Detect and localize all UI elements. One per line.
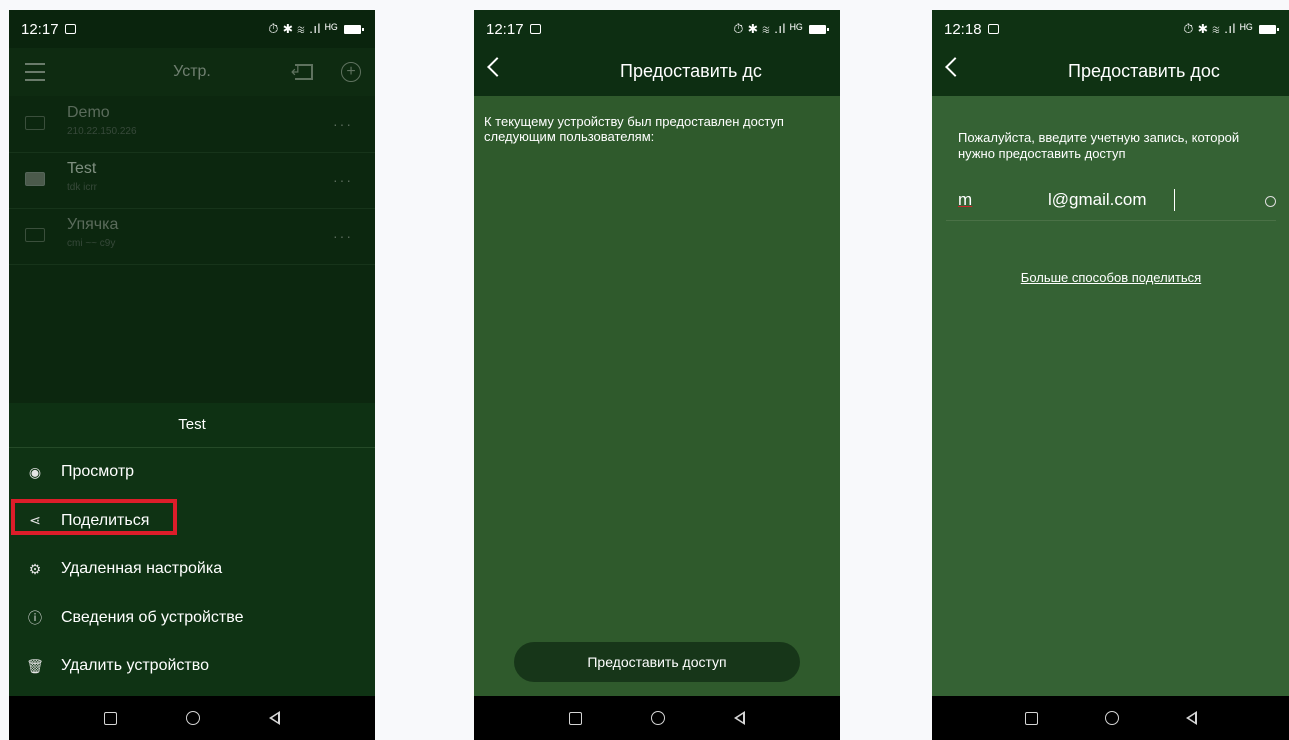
back-icon[interactable] bbox=[734, 711, 746, 725]
menu-item-label: Просмотр bbox=[61, 463, 135, 481]
page-title: Предоставить дс bbox=[620, 61, 762, 81]
back-arrow-icon[interactable] bbox=[487, 57, 507, 77]
page-title: Предоставить дос bbox=[1068, 61, 1220, 81]
back-icon[interactable] bbox=[1185, 711, 1197, 725]
text-cursor bbox=[1174, 189, 1175, 211]
sheet-title: Test bbox=[9, 403, 375, 448]
info-icon: ⓘ bbox=[28, 609, 42, 626]
device-name: Упячка bbox=[67, 216, 119, 233]
grant-access-button[interactable]: Предоставить доступ bbox=[514, 642, 800, 682]
app-bar: Устр. + bbox=[9, 48, 375, 96]
gallery-icon bbox=[64, 24, 76, 34]
menu-item-remote-settings[interactable]: ⚙ Удаленная настройка bbox=[9, 545, 375, 594]
device-name: Test bbox=[67, 160, 97, 177]
account-input[interactable]: m l@gmail.com bbox=[946, 186, 1276, 221]
home-icon[interactable] bbox=[1104, 711, 1119, 725]
menu-item-share[interactable]: ⋖ Поделиться bbox=[9, 497, 375, 546]
device-icon bbox=[25, 116, 45, 130]
status-icons: ⏱ ✱ ≋ .ıl ᴴᴳ bbox=[268, 21, 338, 36]
more-icon[interactable]: ··· bbox=[333, 172, 353, 188]
system-nav-bar bbox=[9, 696, 375, 740]
system-nav-bar bbox=[474, 696, 840, 740]
clear-icon[interactable] bbox=[1265, 196, 1276, 207]
status-time: 12:17 bbox=[21, 20, 59, 38]
gallery-icon bbox=[987, 24, 999, 34]
menu-item-delete-device[interactable]: 🗑 Удалить устройство bbox=[9, 642, 375, 691]
home-icon[interactable] bbox=[185, 711, 200, 725]
status-bar: 12:17 ⏱ ✱ ≋ .ıl ᴴᴳ bbox=[474, 10, 840, 48]
recents-icon[interactable] bbox=[103, 711, 117, 725]
settings-icon: ⚙ bbox=[28, 560, 42, 577]
status-bar: 12:17 ⏱ ✱ ≋ .ıl ᴴᴳ bbox=[9, 10, 375, 48]
menu-item-device-info[interactable]: ⓘ Сведения об устройстве bbox=[9, 594, 375, 643]
device-address: tdk icrr bbox=[67, 182, 97, 193]
action-sheet: Test ◉ Просмотр ⋖ Поделиться ⚙ Удаленная… bbox=[9, 403, 375, 696]
phone-shared-users: 12:17 ⏱ ✱ ≋ .ıl ᴴᴳ Предоставить дс К тек… bbox=[474, 10, 840, 740]
system-nav-bar bbox=[932, 696, 1289, 740]
account-input-prefix: m bbox=[958, 190, 973, 209]
recents-icon[interactable] bbox=[568, 711, 582, 725]
back-arrow-icon[interactable] bbox=[945, 57, 965, 77]
phone-device-list: 12:17 ⏱ ✱ ≋ .ıl ᴴᴳ Устр. + Demo 210.22.1… bbox=[9, 10, 375, 740]
page-title: Устр. bbox=[173, 63, 211, 80]
add-device-icon[interactable]: + bbox=[341, 62, 361, 82]
battery-icon bbox=[1259, 24, 1279, 34]
account-prompt: Пожалуйста, введите учетную запись, кото… bbox=[958, 130, 1240, 161]
status-time: 12:17 bbox=[486, 20, 524, 38]
status-bar: 12:18 ⏱ ✱ ≋ .ıl ᴴᴳ bbox=[932, 10, 1289, 48]
highlight-box bbox=[11, 498, 177, 535]
more-icon[interactable]: ··· bbox=[333, 116, 353, 132]
recents-icon[interactable] bbox=[1025, 711, 1039, 725]
eye-icon: ◉ bbox=[28, 463, 42, 480]
app-bar: Предоставить дос bbox=[932, 48, 1289, 96]
battery-icon bbox=[809, 24, 829, 34]
menu-item-label: Сведения об устройстве bbox=[61, 608, 244, 626]
import-icon[interactable] bbox=[289, 61, 313, 80]
home-icon[interactable] bbox=[650, 711, 665, 725]
device-name: Demo bbox=[67, 104, 110, 121]
menu-item-label: Удалить устройство bbox=[61, 657, 209, 675]
device-item-test[interactable]: Test tdk icrr ··· bbox=[9, 152, 375, 209]
menu-item-label: Удаленная настройка bbox=[61, 560, 223, 578]
status-icons: ⏱ ✱ ≋ .ıl ᴴᴳ bbox=[733, 21, 803, 36]
device-item-demo[interactable]: Demo 210.22.150.226 ··· bbox=[9, 96, 375, 153]
more-share-options-link[interactable]: Больше способов поделиться bbox=[932, 270, 1289, 285]
menu-item-view[interactable]: ◉ Просмотр bbox=[9, 448, 375, 497]
status-time: 12:18 bbox=[944, 20, 982, 38]
status-icons: ⏱ ✱ ≋ .ıl ᴴᴳ bbox=[1183, 21, 1253, 36]
gallery-icon bbox=[529, 24, 541, 34]
device-address: 210.22.150.226 bbox=[67, 126, 137, 137]
device-icon bbox=[25, 172, 45, 186]
battery-icon bbox=[344, 24, 364, 34]
device-icon bbox=[25, 228, 45, 242]
account-input-value: l@gmail.com bbox=[1048, 190, 1147, 209]
shared-users-description: К текущему устройству был предоставлен д… bbox=[484, 114, 784, 144]
device-address: cmi ~~ c9y bbox=[67, 238, 116, 249]
app-bar: Предоставить дс bbox=[474, 48, 840, 96]
device-item-upyachka[interactable]: Упячка cmi ~~ c9y ··· bbox=[9, 208, 375, 265]
more-icon[interactable]: ··· bbox=[333, 228, 353, 244]
phone-grant-access: 12:18 ⏱ ✱ ≋ .ıl ᴴᴳ Предоставить дос Пожа… bbox=[932, 10, 1289, 740]
trash-icon: 🗑 bbox=[26, 657, 44, 674]
back-icon[interactable] bbox=[269, 711, 281, 725]
